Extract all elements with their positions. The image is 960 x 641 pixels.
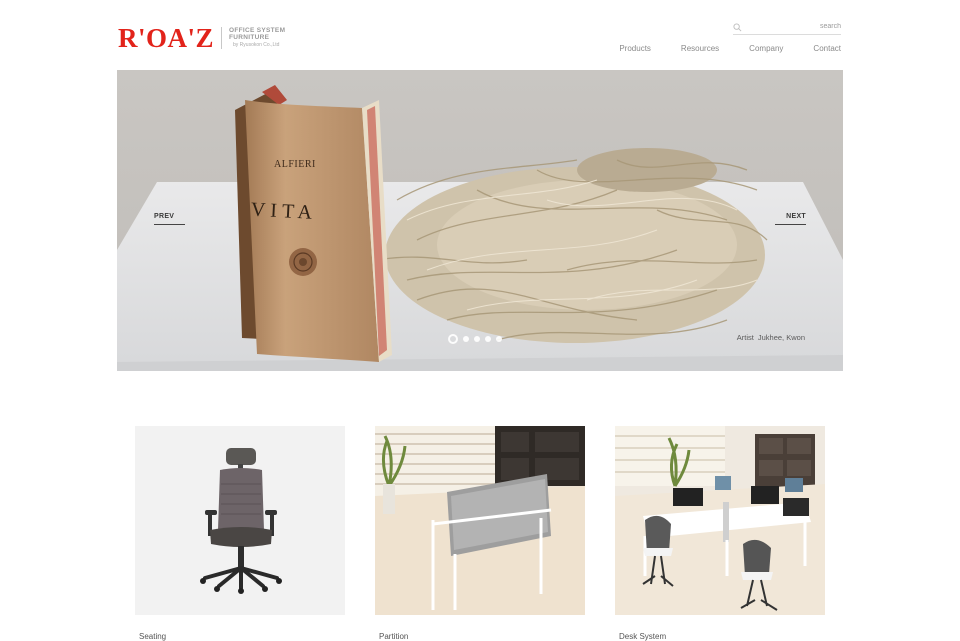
slider-prev-button[interactable]: PREV	[154, 213, 185, 225]
search-input[interactable]	[751, 23, 841, 30]
search-box	[733, 23, 841, 35]
slider-dot-3[interactable]	[474, 336, 480, 342]
product-card-seating[interactable]: Seating	[135, 426, 345, 641]
slider-pagination	[448, 334, 502, 344]
book-title-large: VITA	[250, 199, 317, 224]
book-title-small: ALFIERI	[274, 159, 316, 170]
desk-system-label[interactable]: Desk System	[619, 632, 825, 641]
product-card-desk-system[interactable]: Desk System	[615, 426, 825, 641]
logo-tagline-line1: OFFICE SYSTEM	[229, 27, 286, 34]
desk-system-image[interactable]	[615, 426, 825, 615]
nav-company[interactable]: Company	[749, 44, 783, 53]
search-icon[interactable]	[733, 23, 742, 32]
nav-contact[interactable]: Contact	[813, 44, 841, 53]
slider-dot-4[interactable]	[485, 336, 491, 342]
slider-next-button[interactable]: NEXT	[775, 213, 806, 225]
slider-dot-5[interactable]	[496, 336, 502, 342]
brand-logo[interactable]: R'OA'Z OFFICE SYSTEM FURNITURE by Ryusok…	[118, 23, 285, 53]
logo-company-line: by Ryusokon Co.,Ltd	[233, 42, 280, 48]
nav-resources[interactable]: Resources	[681, 44, 719, 53]
logo-tagline: OFFICE SYSTEM FURNITURE by Ryusokon Co.,…	[229, 27, 285, 49]
slider-dot-1[interactable]	[448, 334, 458, 344]
seating-image[interactable]	[135, 426, 345, 615]
artist-prefix: Artist	[736, 333, 754, 342]
hero-slider: ALFIERI VITA PREV NEXT Artist Jukhee, Kwo…	[117, 70, 843, 371]
slider-dot-2[interactable]	[463, 336, 469, 342]
nav-products[interactable]: Products	[619, 44, 651, 53]
logo-mark: R'OA'Z	[118, 23, 215, 53]
artist-name: Jukhee, Kwon	[757, 333, 805, 342]
main-nav: Products Resources Company Contact	[589, 44, 841, 53]
hero-artwork-image: ALFIERI VITA	[117, 70, 843, 371]
seating-label[interactable]: Seating	[139, 632, 345, 641]
logo-divider	[221, 27, 223, 49]
logo-tagline-line2: FURNITURE	[229, 34, 270, 41]
partition-image[interactable]	[375, 426, 585, 615]
product-card-partition[interactable]: Partition	[375, 426, 585, 641]
artist-credit: Artist Jukhee, Kwon	[737, 333, 805, 342]
partition-label[interactable]: Partition	[379, 632, 585, 641]
